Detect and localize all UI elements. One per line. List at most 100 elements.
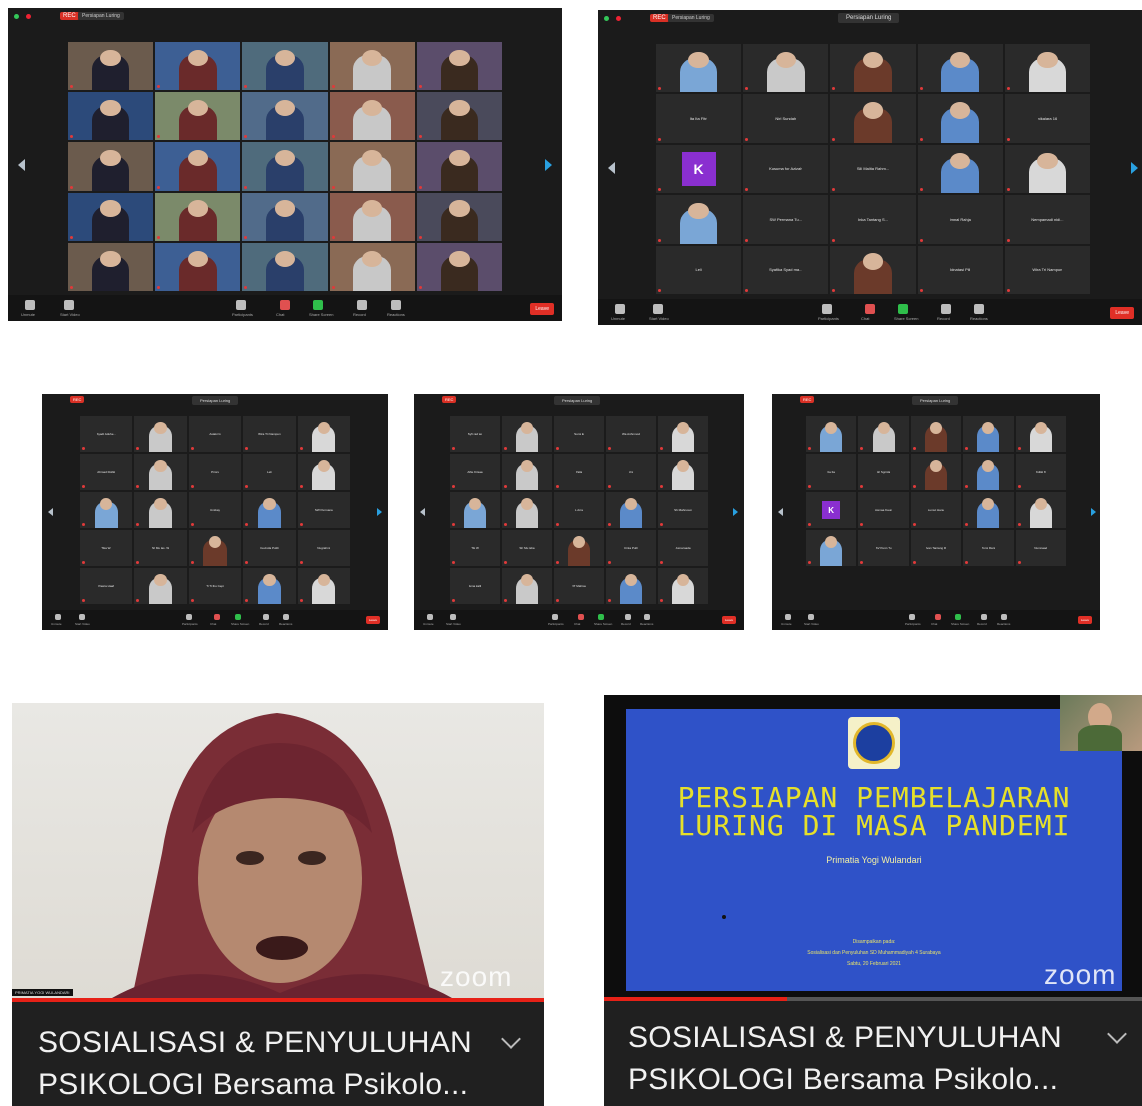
share-screen-icon[interactable] [235,614,241,620]
participant-tile[interactable]: Tomi Rani [963,530,1014,566]
participants-icon[interactable] [822,304,832,314]
participants-icon[interactable] [552,614,558,620]
participant-tile[interactable] [502,492,552,528]
participant-tile[interactable]: Astaki G [188,416,242,452]
previous-page-icon[interactable] [778,508,783,516]
video-frame[interactable]: zoom PRIMATIA YOGI WULANDARI [12,703,544,998]
video-frame[interactable]: PERSIAPAN PEMBELAJARAN LURING DI MASA PA… [604,695,1142,997]
next-page-icon[interactable] [1091,508,1096,516]
participant-tile[interactable] [134,416,187,452]
previous-page-icon[interactable] [18,158,25,171]
participant-tile[interactable] [1004,144,1090,194]
participant-tile[interactable]: Ivan Tantang R [910,530,962,566]
participant-tile[interactable] [917,144,1003,194]
participant-tile[interactable] [416,192,502,241]
participant-tile[interactable]: Pimrs [188,454,242,490]
share-screen-icon[interactable] [313,300,323,310]
participant-tile[interactable]: Ahmad Rofiki [80,454,133,490]
meeting-topic-label[interactable]: Persiapan Luring [668,14,714,22]
participant-tile[interactable]: Syadi Aduhe... [80,416,133,452]
record-icon[interactable] [981,614,987,620]
participant-tile[interactable]: Ita Ita [806,454,857,490]
participants-icon[interactable] [236,300,246,310]
participant-tile[interactable] [80,492,133,528]
participant-tile[interactable]: Sili Malita Rahm... [830,144,916,194]
participant-tile[interactable] [554,530,604,566]
participant-tile[interactable] [243,568,296,604]
participant-tile[interactable] [242,142,328,191]
video-camera-icon[interactable] [79,614,85,620]
participant-tile[interactable] [329,242,415,291]
participant-tile[interactable]: SF Mu isba [502,530,552,566]
next-page-icon[interactable] [1131,161,1138,174]
participant-tile[interactable] [858,416,909,452]
participant-tile[interactable] [830,44,916,93]
participant-tile[interactable] [1015,416,1066,452]
participant-tile[interactable] [242,92,328,141]
participant-tile[interactable]: Tika W. [80,530,133,566]
participant-tile[interactable] [917,44,1003,93]
participant-tile[interactable]: Idnatasi Pili [917,245,1003,294]
meeting-topic-label[interactable]: Persiapan Luring [78,12,124,20]
participant-tile[interactable] [68,42,154,91]
participant-tile[interactable] [243,492,296,528]
participant-tile[interactable]: SW Permana Tu... [743,195,829,244]
leave-meeting-button[interactable]: Leave [1110,307,1134,319]
participant-tile[interactable]: Cinta Puth [606,530,656,566]
chat-icon[interactable] [865,304,875,314]
participant-tile[interactable] [658,416,708,452]
participant-tile[interactable]: Wira Tri Nampun [1004,245,1090,294]
participant-tile[interactable] [656,44,742,93]
participant-tile[interactable]: Nempamadi nidi... [1004,195,1090,244]
leave-meeting-button[interactable]: Leave [530,303,554,315]
record-icon[interactable] [941,304,951,314]
participant-tile[interactable]: Nirl Sundah [743,94,829,143]
participant-tile[interactable] [806,416,857,452]
participant-tile[interactable] [606,568,656,604]
participant-tile[interactable] [297,416,350,452]
leave-meeting-button[interactable]: Leave [365,616,380,624]
reactions-icon[interactable] [391,300,401,310]
participant-tile[interactable] [830,94,916,143]
participant-tile[interactable] [242,42,328,91]
share-screen-icon[interactable] [598,614,604,620]
participant-tile[interactable]: Cevinda Puttli [243,530,296,566]
participant-tile[interactable]: Ti Ti Ibu Cepi [188,568,242,604]
participant-tile[interactable]: NI Mu las .W [134,530,187,566]
participant-tile[interactable]: Alfie Krisaa [450,454,500,490]
participant-tile[interactable] [806,530,857,566]
previous-page-icon[interactable] [48,508,53,516]
participant-tile[interactable]: Wa Anhnmod [606,416,656,452]
participant-tile[interactable] [188,530,242,566]
record-icon[interactable] [357,300,367,310]
expand-chevron-icon[interactable] [1107,1024,1127,1044]
participant-tile[interactable]: Kdiiki 8 [1015,454,1066,490]
leave-meeting-button[interactable]: Leave [721,616,736,624]
participant-tile[interactable] [155,142,241,191]
participant-tile[interactable] [1004,44,1090,93]
participant-tile[interactable] [155,92,241,141]
participant-tile[interactable]: NT Mahrau [554,568,604,604]
participant-tile[interactable] [134,454,187,490]
participant-tile[interactable] [242,192,328,241]
video-camera-icon[interactable] [808,614,814,620]
participant-tile[interactable]: Nugrahmi [297,530,350,566]
next-page-icon[interactable] [733,508,738,516]
participant-tile[interactable] [917,94,1003,143]
participant-tile[interactable]: Syafika Syad ma... [743,245,829,294]
participant-tile[interactable]: Leli [656,245,742,294]
microphone-icon[interactable] [427,614,433,620]
chat-icon[interactable] [214,614,220,620]
microphone-icon[interactable] [615,304,625,314]
video-camera-icon[interactable] [450,614,456,620]
reactions-icon[interactable] [283,614,289,620]
participant-tile[interactable] [329,42,415,91]
participant-tile[interactable] [134,568,187,604]
participant-tile[interactable]: Imnal Rahja [917,195,1003,244]
participant-tile[interactable]: Inka Tantang S... [830,195,916,244]
participant-tile[interactable] [155,42,241,91]
participant-tile[interactable] [416,142,502,191]
expand-chevron-icon[interactable] [501,1029,521,1049]
participant-tile[interactable]: Asmaa Kaun [858,492,909,528]
participant-tile[interactable] [450,492,500,528]
